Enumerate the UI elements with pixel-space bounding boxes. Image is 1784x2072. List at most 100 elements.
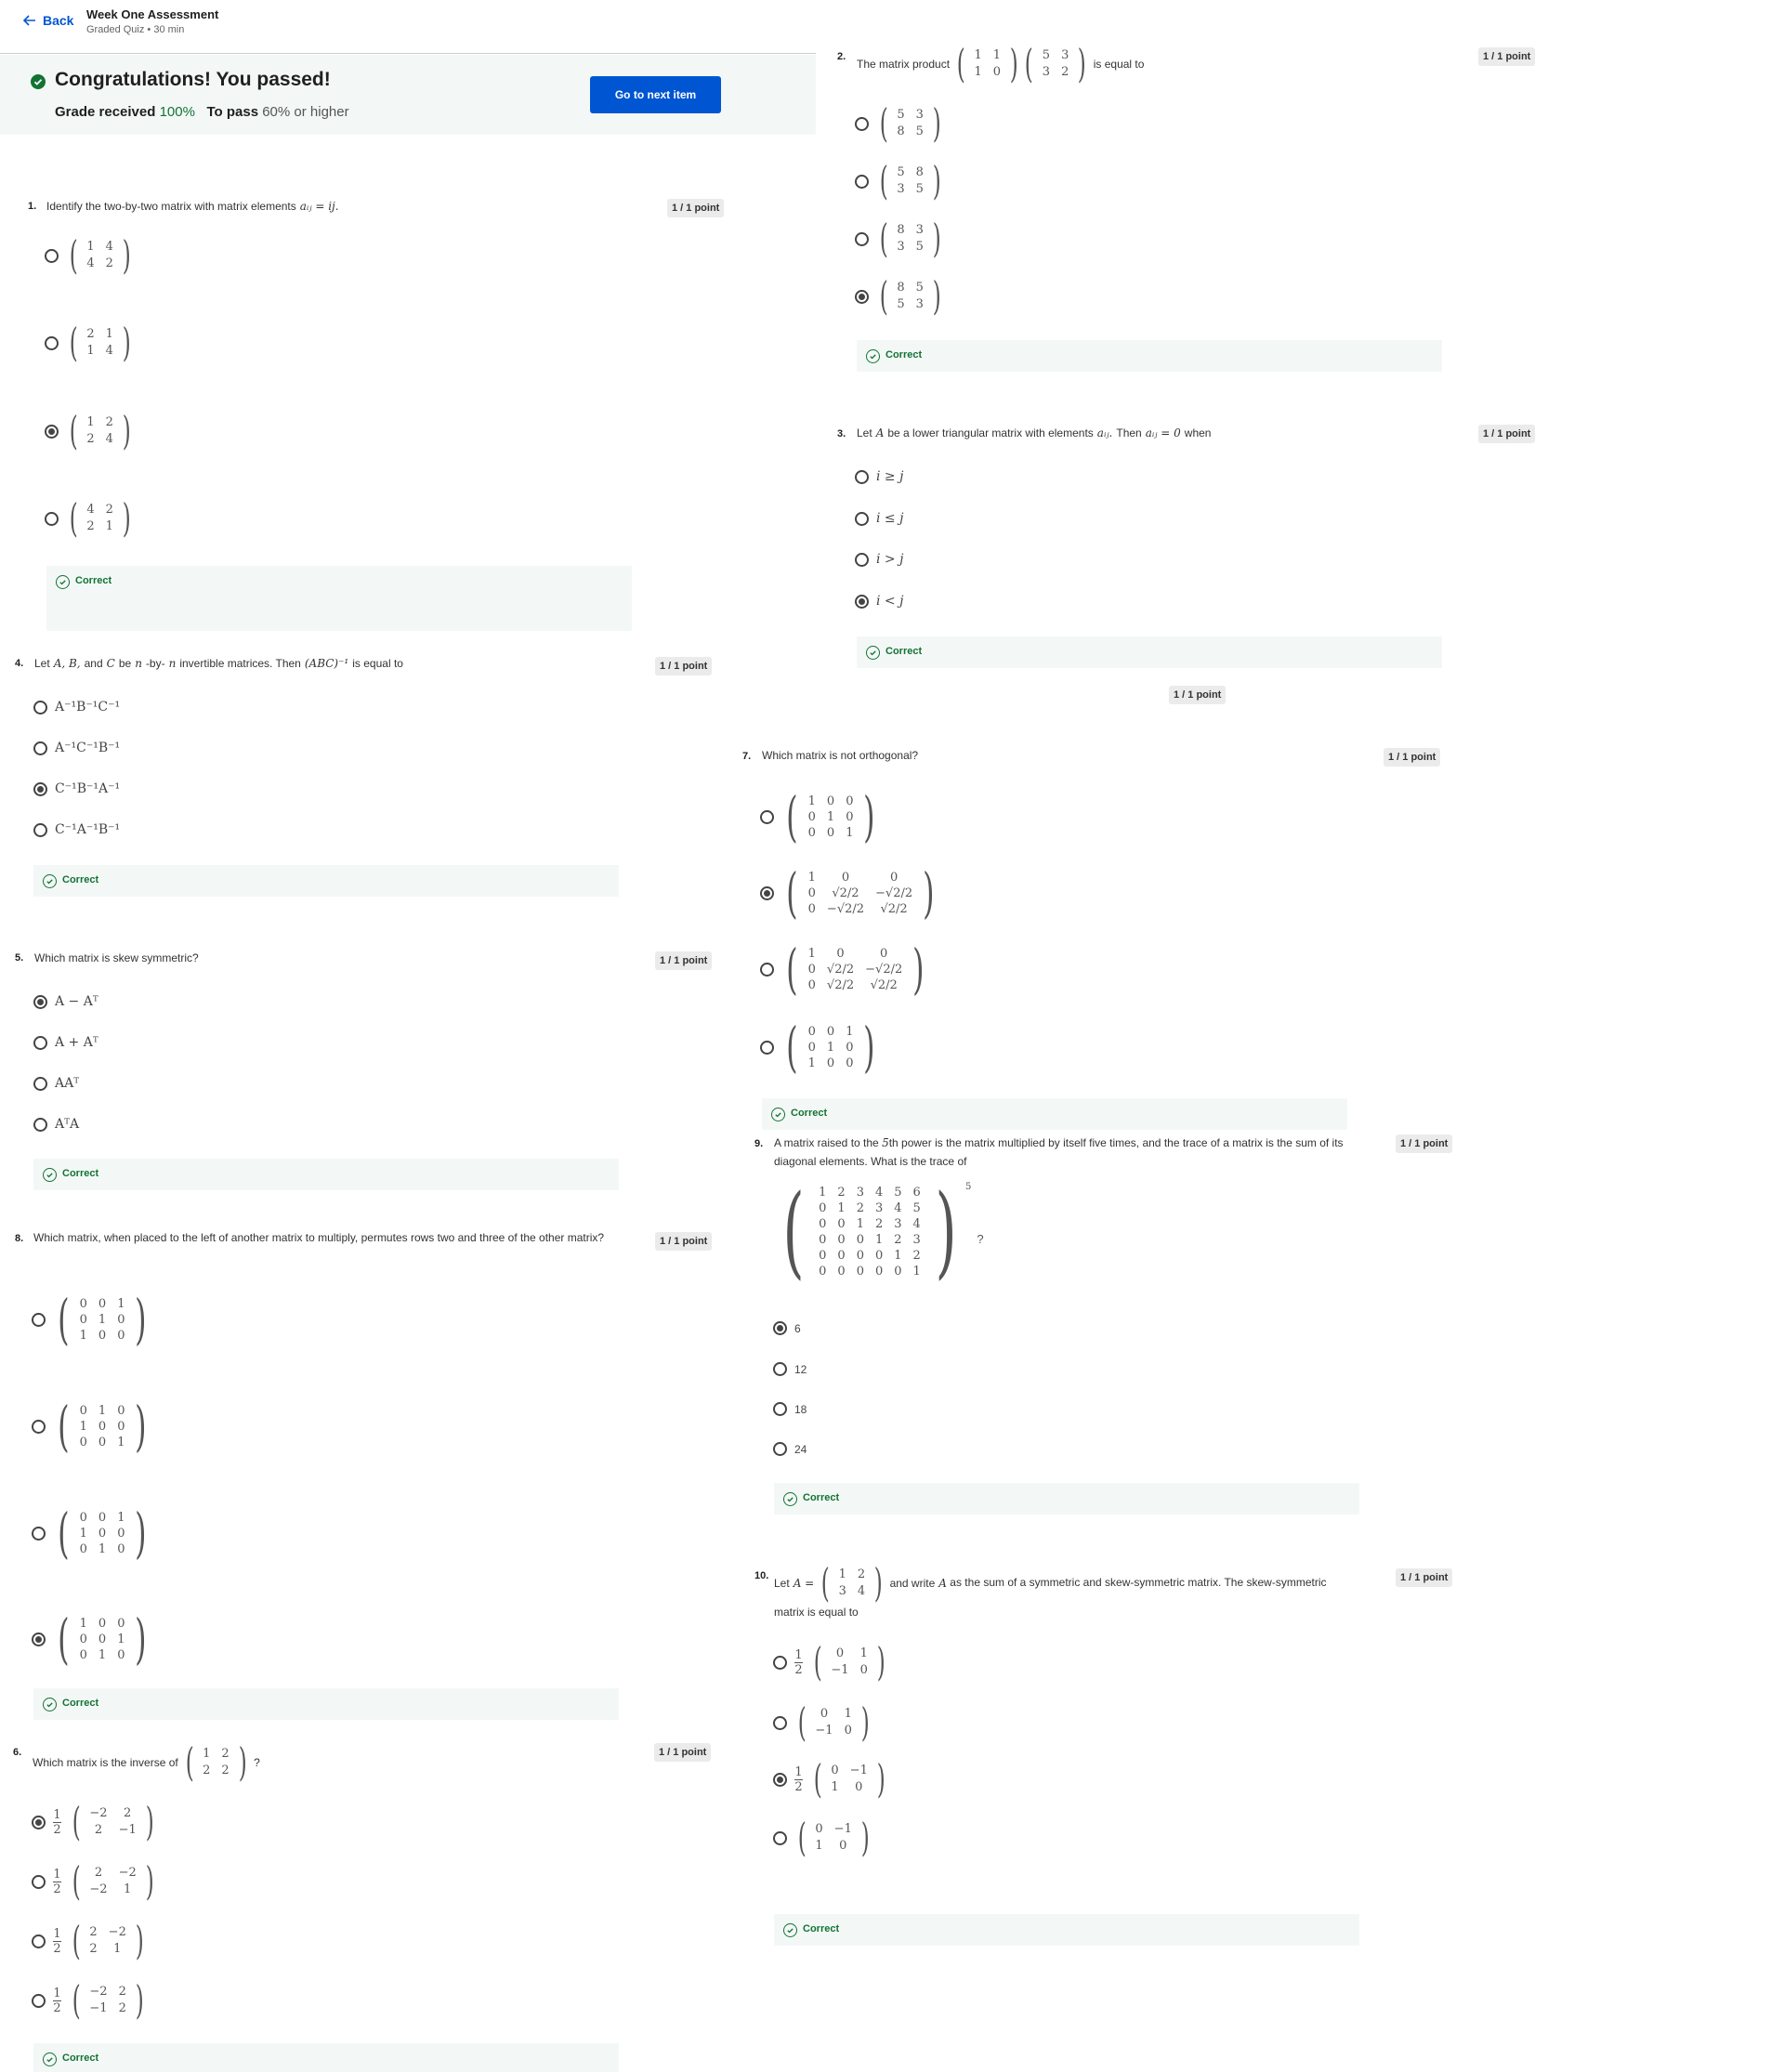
radio-button[interactable] <box>32 1874 46 1889</box>
matrix-cell: 0 <box>807 962 816 977</box>
q5-option-3[interactable]: AAᵀ <box>33 1076 79 1091</box>
q3-option-2[interactable]: i ≤ j <box>855 511 903 526</box>
q4-option-1[interactable]: A⁻¹B⁻¹C⁻¹ <box>33 700 120 715</box>
q10-option-2[interactable]: (0 1 −1 0) <box>773 1703 872 1742</box>
q7-option-1[interactable]: (1 0 0 0 1 0 0 0 1) <box>760 790 880 844</box>
radio-button[interactable] <box>33 994 47 1009</box>
radio-button[interactable] <box>855 231 869 246</box>
radio-button[interactable] <box>33 822 47 837</box>
q1-option-1[interactable]: (1 4 4 2) <box>45 236 134 275</box>
matrix-cell: 0 <box>98 1526 107 1541</box>
matrix-cell: 0 <box>79 1647 87 1662</box>
radio-button[interactable] <box>773 1830 787 1845</box>
radio-button[interactable] <box>773 1442 787 1456</box>
radio-button[interactable] <box>760 809 774 824</box>
left-paren: ( <box>69 232 78 278</box>
q5-option-1[interactable]: A − Aᵀ <box>33 994 98 1009</box>
radio-button[interactable] <box>32 1934 46 1948</box>
radio-button[interactable] <box>855 552 869 567</box>
q10-option-3[interactable]: 1 2(0 −1 1 0) <box>773 1760 888 1799</box>
q2-option-1[interactable]: (5 3 8 5) <box>855 104 944 143</box>
radio-button[interactable] <box>760 962 774 977</box>
q10-option-4[interactable]: (0 −1 1 0) <box>773 1818 872 1857</box>
radio-button[interactable] <box>45 511 59 526</box>
radio-button[interactable] <box>773 1321 787 1335</box>
q9-option-4[interactable]: 24 <box>773 1442 807 1456</box>
radio-button[interactable] <box>855 594 869 609</box>
radio-button[interactable] <box>855 469 869 484</box>
radio-button[interactable] <box>773 1402 787 1416</box>
matrix: (1 4 4 2) <box>66 236 134 275</box>
radio-button[interactable] <box>773 1655 787 1670</box>
q9-option-3[interactable]: 18 <box>773 1402 807 1416</box>
radio-button[interactable] <box>32 1419 46 1434</box>
q7-option-3[interactable]: (1 0 0 0 √2/2 −√2/2 0 √2/2 √2/2) <box>760 942 929 996</box>
matrix-cell: 0 <box>837 1233 846 1247</box>
q2-option-2[interactable]: (5 8 3 5) <box>855 162 944 201</box>
radio-button[interactable] <box>773 1362 787 1376</box>
matrix-cell: 1 <box>846 825 854 840</box>
radio-button[interactable] <box>33 700 47 715</box>
q7-option-2[interactable]: (1 0 0 0 √2/2 −√2/2 0 −√2/2 √2/2) <box>760 866 939 920</box>
radio-button[interactable] <box>33 781 47 796</box>
matrix-cell: −1 <box>89 2001 108 2015</box>
q4-option-4[interactable]: C⁻¹A⁻¹B⁻¹ <box>33 822 120 837</box>
q6-option-3[interactable]: 1 2(2 −2 2 1) <box>32 1921 147 1961</box>
matrix-cell: 1 <box>826 1040 835 1055</box>
matrix-cell: 2 <box>86 327 95 341</box>
matrix: (1 2 3 4) <box>818 1564 885 1603</box>
q5-option-4[interactable]: AᵀA <box>33 1117 79 1132</box>
radio-button[interactable] <box>33 1035 47 1050</box>
radio-button[interactable] <box>855 116 869 131</box>
radio-button[interactable] <box>32 1815 46 1829</box>
q2-option-4[interactable]: (8 5 5 3) <box>855 277 944 316</box>
radio-button[interactable] <box>33 1117 47 1132</box>
radio-button[interactable] <box>33 741 47 755</box>
q6-option-4[interactable]: 1 2(−2 2 −1 2) <box>32 1981 147 2020</box>
radio-button[interactable] <box>855 174 869 189</box>
radio-button[interactable] <box>773 1715 787 1730</box>
radio-button[interactable] <box>855 511 869 526</box>
matrix-row: 42 <box>81 502 119 518</box>
q6-option-2[interactable]: 1 2(2 −2 −2 1) <box>32 1862 157 1901</box>
matrix-row: 001 <box>803 1024 859 1040</box>
radio-button[interactable] <box>45 335 59 350</box>
q8-option-3[interactable]: (0 0 1 1 0 0 0 1 0) <box>32 1506 151 1560</box>
q9-option-1[interactable]: 6 <box>773 1321 801 1335</box>
matrix-cell: 2 <box>912 1249 921 1263</box>
radio-button[interactable] <box>32 1312 46 1327</box>
q5-option-2[interactable]: A + Aᵀ <box>33 1035 98 1050</box>
radio-button[interactable] <box>45 248 59 263</box>
radio-button[interactable] <box>760 1040 774 1055</box>
radio-button[interactable] <box>32 1993 46 2008</box>
matrix-cell: −2 <box>89 1806 108 1820</box>
q1-option-3[interactable]: (1 2 2 4) <box>45 412 134 451</box>
q6-option-1[interactable]: 1 2(−2 2 2 −1) <box>32 1803 157 1842</box>
q3-option-4[interactable]: i < j <box>855 594 903 609</box>
q7-option-4[interactable]: (0 0 1 0 1 0 1 0 0) <box>760 1020 880 1074</box>
radio-button[interactable] <box>32 1526 46 1541</box>
q10-option-1[interactable]: 1 2(0 1 −1 0) <box>773 1643 888 1682</box>
q3-option-3[interactable]: i > j <box>855 552 903 567</box>
q4-option-2[interactable]: A⁻¹C⁻¹B⁻¹ <box>33 741 120 755</box>
next-item-button[interactable]: Go to next item <box>590 76 721 113</box>
back-link[interactable]: Back <box>22 13 73 28</box>
radio-button[interactable] <box>760 885 774 900</box>
q9-option-2[interactable]: 12 <box>773 1362 807 1376</box>
q2-option-3[interactable]: (8 3 3 5) <box>855 219 944 258</box>
q1-option-2[interactable]: (2 1 1 4) <box>45 323 134 362</box>
matrix: (8 5 5 3) <box>876 277 944 316</box>
left-paren: ( <box>1025 41 1034 86</box>
q8-option-4[interactable]: (1 0 0 0 0 1 0 1 0) <box>32 1612 151 1666</box>
q1-option-4[interactable]: (4 2 2 1) <box>45 499 134 538</box>
radio-button[interactable] <box>32 1632 46 1646</box>
q3-option-1[interactable]: i ≥ j <box>855 469 903 484</box>
q4-option-3[interactable]: C⁻¹B⁻¹A⁻¹ <box>33 781 120 796</box>
radio-button[interactable] <box>855 289 869 304</box>
radio-button[interactable] <box>33 1076 47 1091</box>
radio-button[interactable] <box>773 1772 787 1787</box>
matrix-cell: −2 <box>89 1882 108 1896</box>
q8-option-1[interactable]: (0 0 1 0 1 0 1 0 0) <box>32 1292 151 1346</box>
radio-button[interactable] <box>45 424 59 439</box>
q8-option-2[interactable]: (0 1 0 1 0 0 0 0 1) <box>32 1399 151 1453</box>
